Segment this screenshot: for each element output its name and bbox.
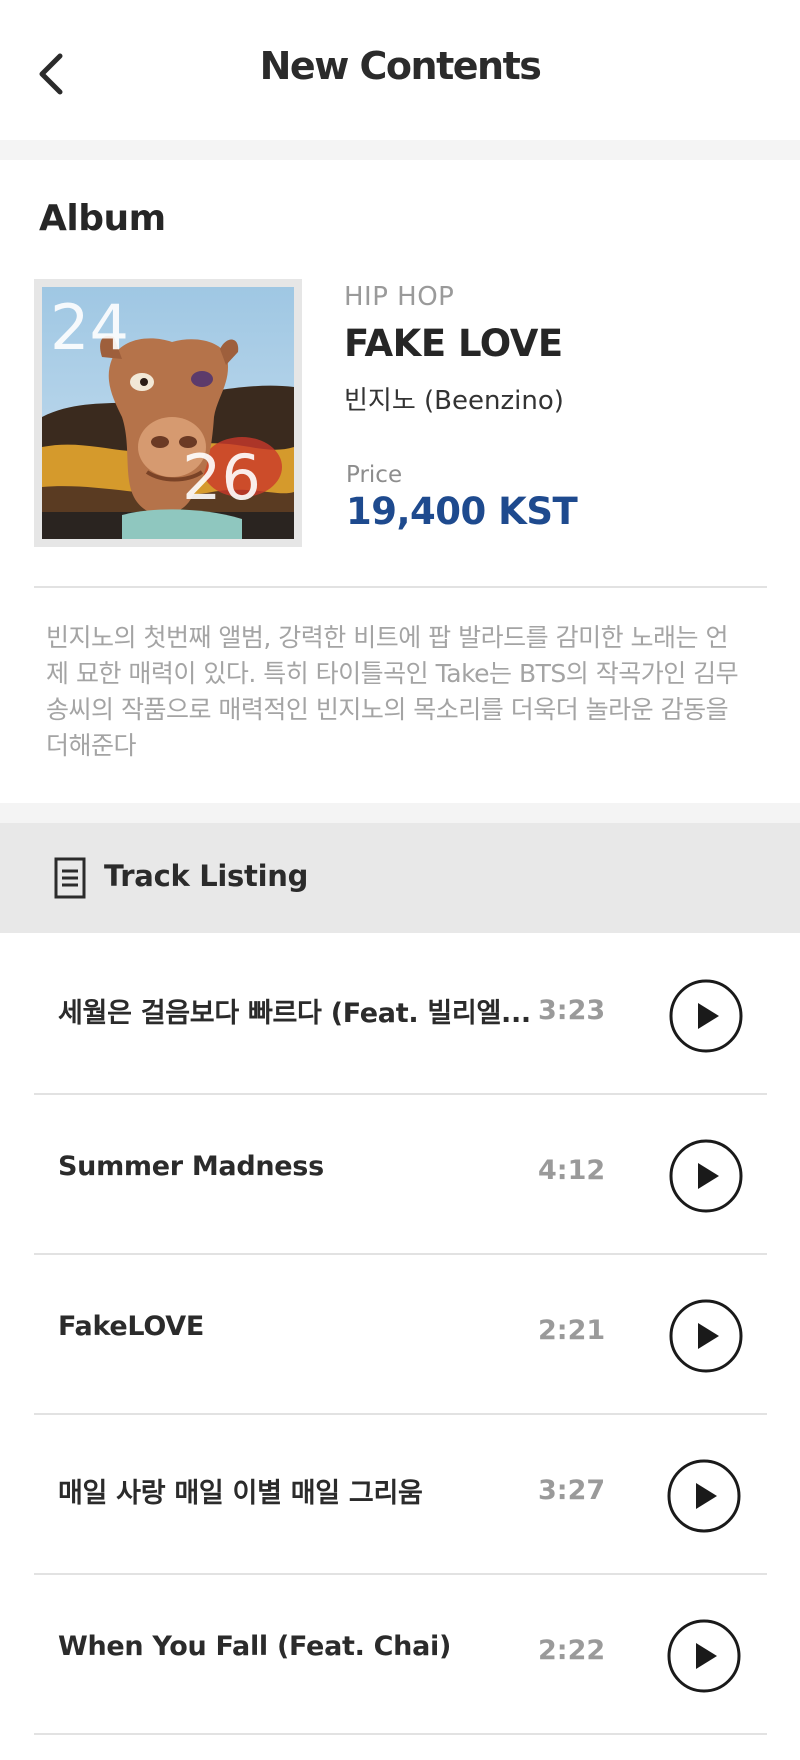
page-title: New Contents	[259, 44, 542, 88]
track-row[interactable]: 세월은 걸음보다 빠르다 (Feat. 빌리엘... 3:23	[34, 935, 767, 1095]
album-description: 빈지노의 첫번째 앨범, 강력한 비트에 팝 발라드를 감미한 노래는 언제 묘…	[46, 623, 739, 760]
track-row[interactable]: 매일 사랑 매일 이별 매일 그리움 3:27	[34, 1415, 767, 1575]
track-row[interactable]: FakeLOVE 2:21	[34, 1255, 767, 1415]
document-icon	[54, 857, 86, 899]
track-row[interactable]: Summer Madness 4:12	[34, 1095, 767, 1255]
track-row[interactable]: When You Fall (Feat. Chai) 2:22	[34, 1575, 767, 1735]
track-duration: 4:12	[538, 1155, 606, 1186]
cover-number-bottom: 26	[182, 441, 261, 514]
track-duration: 3:27	[538, 1475, 606, 1506]
album-genre: HIP HOP	[344, 282, 455, 312]
track-duration: 2:22	[538, 1635, 606, 1666]
price-label: Price	[346, 462, 403, 488]
album-section-title: Album	[39, 198, 166, 239]
album-cover-image: 24 26	[42, 287, 294, 539]
cover-number-top: 24	[50, 291, 129, 364]
row-divider	[34, 1733, 767, 1735]
section-separator	[0, 803, 800, 823]
album-artist: 빈지노 (Beenzino)	[344, 386, 564, 416]
play-circle-icon	[667, 1459, 741, 1533]
play-circle-icon	[667, 1619, 741, 1693]
track-title: When You Fall (Feat. Chai)	[58, 1631, 452, 1662]
track-title: Summer Madness	[58, 1151, 324, 1182]
play-button[interactable]	[666, 1618, 742, 1694]
album-title: FAKE LOVE	[344, 322, 563, 365]
play-circle-icon	[669, 1139, 743, 1213]
track-duration: 2:21	[538, 1315, 606, 1346]
play-button[interactable]	[668, 1298, 744, 1374]
track-title: 세월은 걸음보다 빠르다 (Feat. 빌리엘...	[58, 998, 531, 1029]
album-cover[interactable]: 24 26	[34, 279, 302, 547]
section-separator	[0, 140, 800, 160]
play-button[interactable]	[668, 978, 744, 1054]
divider	[34, 586, 767, 588]
price-value: 19,400 KST	[346, 490, 578, 533]
track-duration: 3:23	[538, 995, 606, 1026]
track-listing-header: Track Listing	[0, 823, 800, 933]
play-circle-icon	[669, 979, 743, 1053]
top-bar: New Contents	[0, 0, 800, 140]
play-circle-icon	[669, 1299, 743, 1373]
track-title: FakeLOVE	[58, 1311, 205, 1342]
track-listing-label: Track Listing	[104, 859, 309, 893]
play-button[interactable]	[666, 1458, 742, 1534]
track-title: 매일 사랑 매일 이별 매일 그리움	[58, 1478, 423, 1509]
play-button[interactable]	[668, 1138, 744, 1214]
